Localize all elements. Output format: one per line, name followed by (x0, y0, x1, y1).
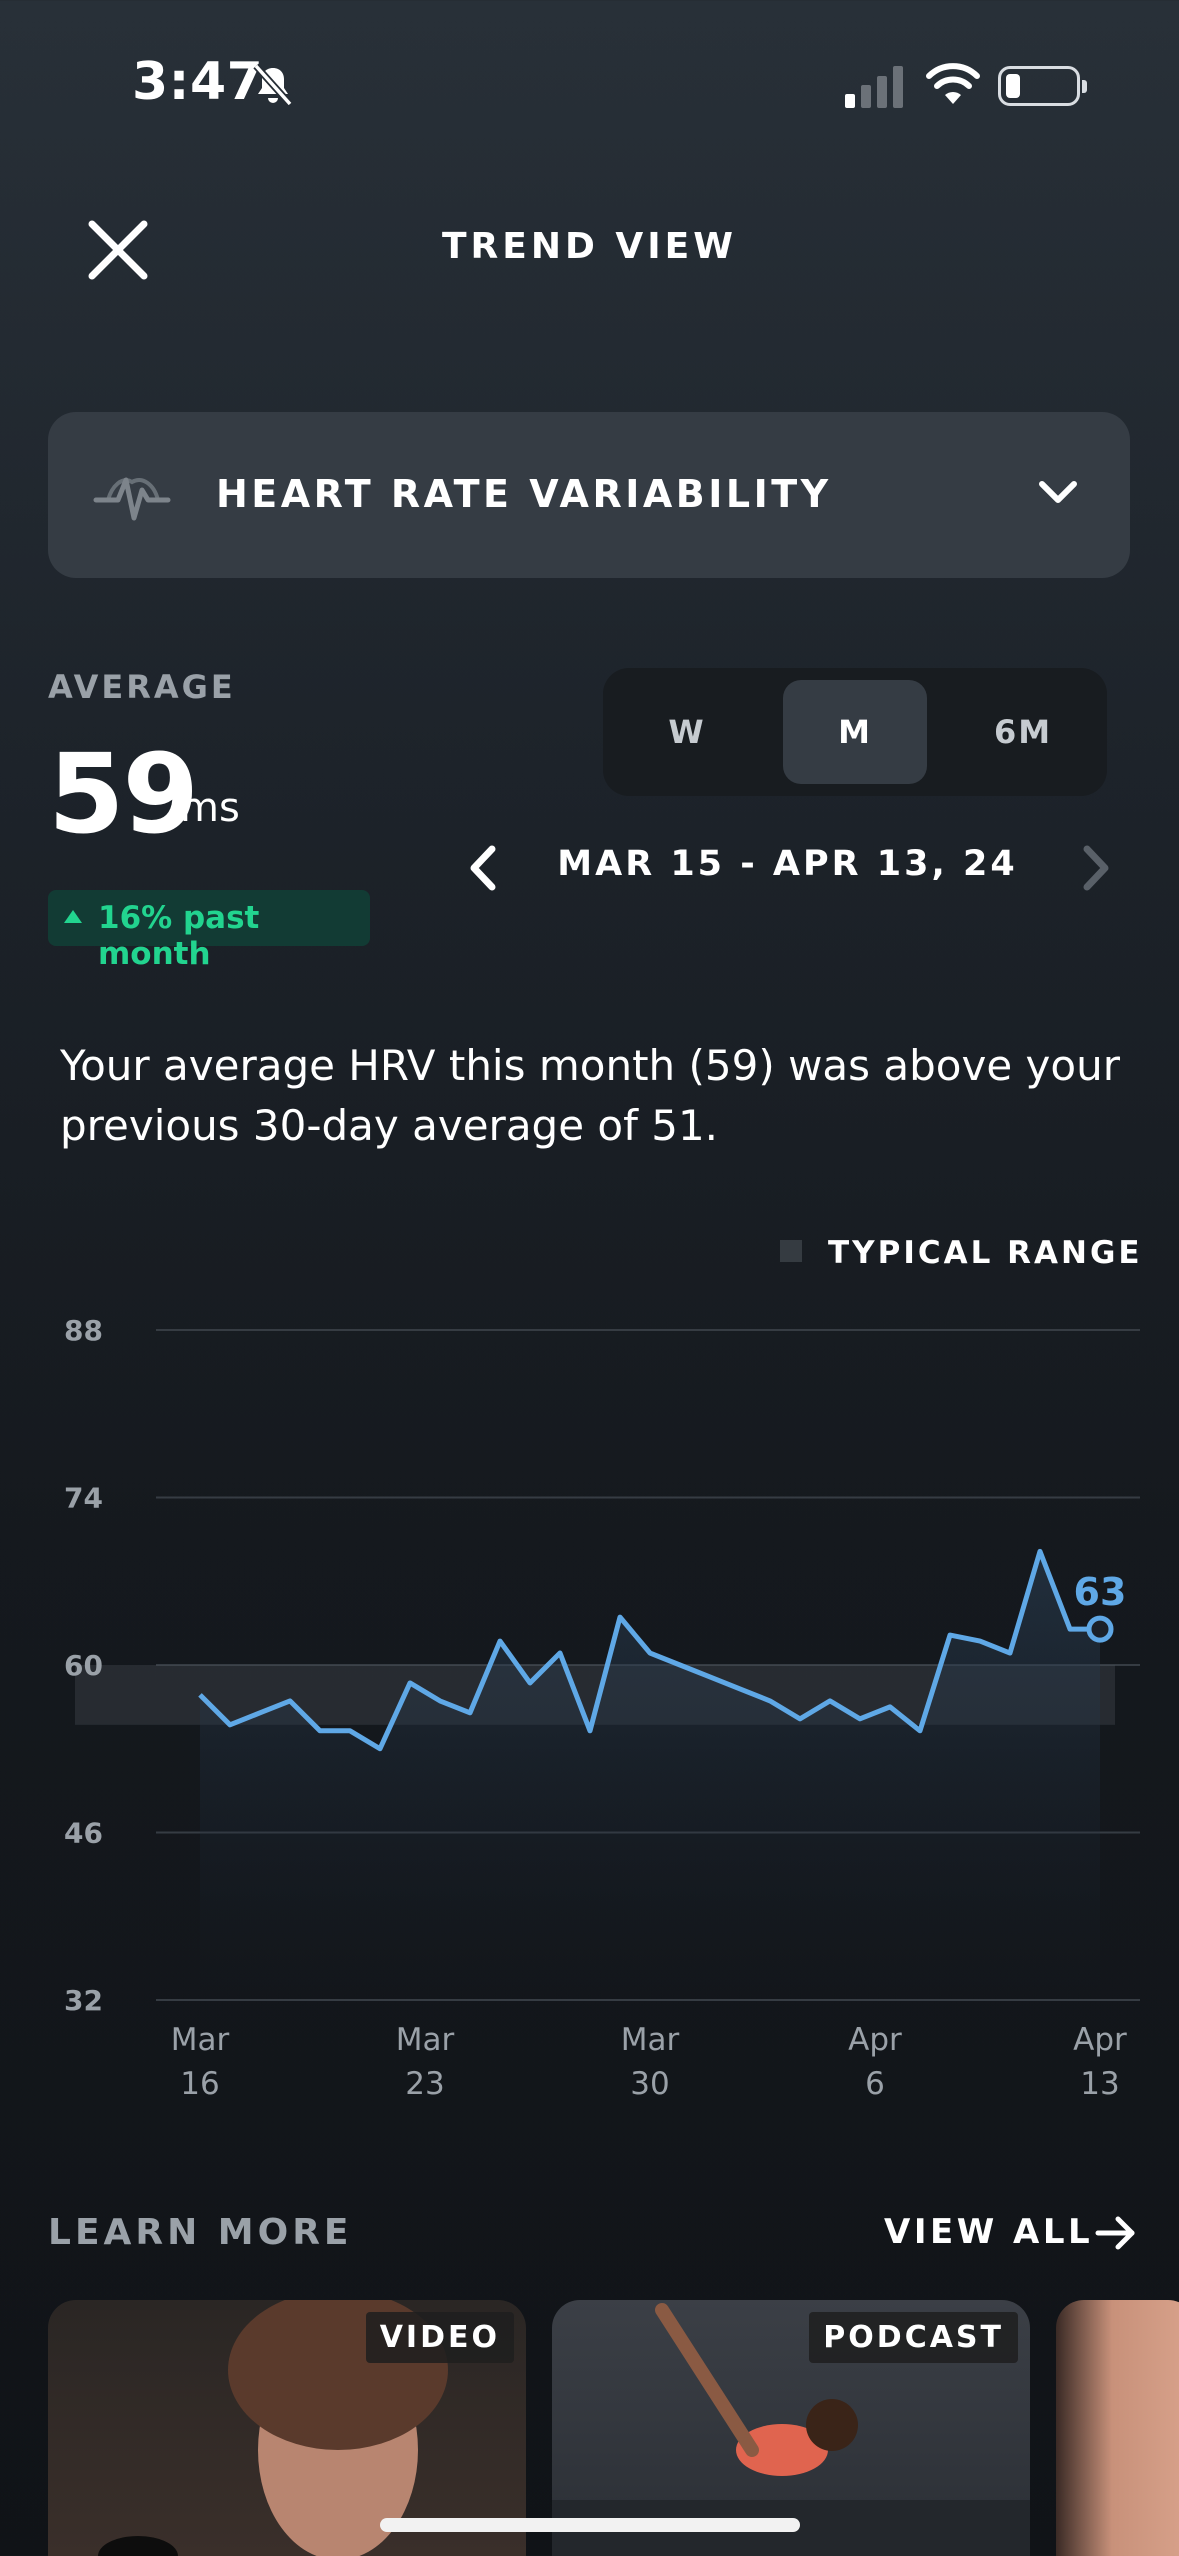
y-tick-label: 74 (64, 1482, 103, 1515)
learn-more-title: LEARN MORE (48, 2212, 353, 2253)
pulse-icon (93, 477, 171, 521)
x-tick-day: 30 (630, 2066, 669, 2102)
up-triangle-icon (64, 910, 82, 923)
average-label: AVERAGE (48, 668, 236, 706)
typical-range-legend: TYPICAL RANGE (828, 1235, 1143, 1271)
average-value: 59 (48, 730, 199, 858)
last-point-marker[interactable] (1086, 1615, 1114, 1643)
x-tick-day: 16 (180, 2066, 219, 2102)
x-tick-month: Apr (848, 2022, 902, 2058)
tab-month[interactable]: M (783, 680, 927, 784)
x-tick-day: 13 (1080, 2066, 1119, 2102)
change-badge: 16% past month (48, 890, 370, 972)
metric-selector-dropdown[interactable]: HEART RATE VARIABILITY (48, 412, 1130, 578)
metric-selector-label: HEART RATE VARIABILITY (216, 472, 832, 516)
series-area (200, 1551, 1100, 2000)
tab-six-months[interactable]: 6M (951, 680, 1095, 784)
y-tick-label: 46 (64, 1817, 103, 1850)
view-all-link[interactable]: VIEW ALL (884, 2212, 1093, 2252)
chevron-left-icon[interactable] (462, 843, 504, 893)
period-tabs: W M 6M (603, 668, 1107, 796)
change-text: 16% past month (98, 900, 260, 972)
y-tick-label: 32 (64, 1984, 103, 2017)
last-value-label: 63 (1074, 1570, 1127, 1614)
x-tick-month: Mar (171, 2022, 230, 2058)
tab-week[interactable]: W (615, 680, 759, 784)
page-title: TREND VIEW (442, 226, 737, 267)
y-tick-label: 88 (64, 1314, 103, 1347)
typical-range-swatch (780, 1240, 802, 1262)
card-badge: VIDEO (365, 2312, 514, 2363)
summary-text: Your average HRV this month (59) was abo… (60, 1041, 1120, 1150)
hrv-trend-chart: 88 74 60 46 32 Mar 16 Mar 23 Mar 30 Apr 6 Apr 13 63 (64, 1314, 1140, 2102)
average-unit: ms (180, 785, 240, 831)
date-range: MAR 15 - APR 13, 24 (557, 844, 1018, 884)
x-tick-month: Mar (621, 2022, 680, 2058)
signal-icon (845, 66, 903, 108)
status-time: 3:47 (132, 52, 264, 112)
card-badge: PODCAST (809, 2312, 1018, 2363)
learn-card-partial[interactable] (1056, 2300, 1179, 2556)
x-tick-month: Apr (1073, 2022, 1127, 2058)
chevron-right-icon[interactable] (1075, 843, 1117, 893)
chevron-down-icon (1039, 481, 1077, 503)
battery-icon (998, 66, 1087, 106)
wifi-icon (926, 63, 980, 104)
arrow-right-icon[interactable] (1094, 2211, 1138, 2255)
x-tick-day: 6 (865, 2066, 885, 2102)
x-tick-month: Mar (396, 2022, 455, 2058)
y-tick-label: 60 (64, 1649, 103, 1682)
bell-slash-icon (253, 63, 293, 107)
x-tick-day: 23 (405, 2066, 444, 2102)
home-indicator[interactable] (380, 2518, 800, 2532)
